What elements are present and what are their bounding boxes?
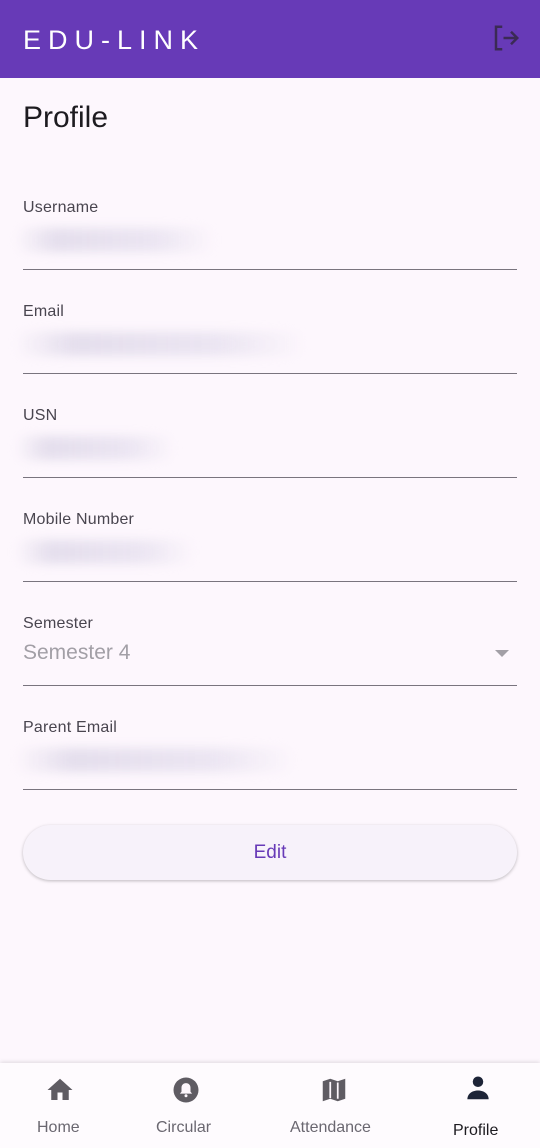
- usn-redacted: [15, 436, 175, 460]
- parent-email-label: Parent Email: [23, 719, 117, 736]
- bell-icon: [171, 1075, 201, 1105]
- person-icon: [463, 1073, 493, 1103]
- nav-profile[interactable]: Profile: [440, 1063, 520, 1148]
- mobile-number-field[interactable]: Mobile Number: [15, 510, 517, 582]
- nav-attendance[interactable]: Attendance: [284, 1063, 386, 1148]
- parent-email-field[interactable]: Parent Email: [15, 718, 517, 790]
- mobile-number-label: Mobile Number: [23, 511, 135, 528]
- email-label: Email: [23, 303, 65, 320]
- page-title: Profile: [23, 101, 109, 134]
- username-label: Username: [23, 199, 99, 216]
- username-field[interactable]: Username: [15, 198, 517, 270]
- app-bar: EDU-LINK: [0, 0, 540, 78]
- nav-home[interactable]: Home: [15, 1063, 105, 1148]
- nav-home-label: Home: [37, 1119, 80, 1136]
- nav-profile-label: Profile: [453, 1122, 499, 1139]
- map-icon: [319, 1075, 349, 1105]
- parent-email-redacted: [15, 748, 295, 772]
- usn-label: USN: [23, 407, 58, 424]
- dropdown-arrow-icon[interactable]: [495, 650, 509, 657]
- logout-icon: [491, 23, 521, 58]
- bottom-navigation: Home Circular Attendance Profile: [0, 1063, 540, 1148]
- email-redacted: [15, 332, 305, 356]
- nav-attendance-label: Attendance: [290, 1119, 371, 1136]
- app-title: EDU-LINK: [23, 25, 206, 55]
- username-redacted: [15, 228, 215, 252]
- email-field[interactable]: Email: [15, 302, 517, 374]
- logout-button[interactable]: [490, 24, 522, 56]
- nav-circular-label: Circular: [156, 1119, 212, 1136]
- semester-label: Semester: [23, 615, 94, 632]
- semester-value[interactable]: Semester 4: [23, 639, 130, 667]
- mobile-number-redacted: [15, 540, 195, 564]
- semester-dropdown[interactable]: Semester Semester 4: [23, 614, 517, 686]
- nav-circular[interactable]: Circular: [141, 1063, 233, 1148]
- home-icon: [45, 1075, 75, 1105]
- edit-button[interactable]: Edit: [23, 825, 517, 880]
- usn-field[interactable]: USN: [15, 406, 517, 478]
